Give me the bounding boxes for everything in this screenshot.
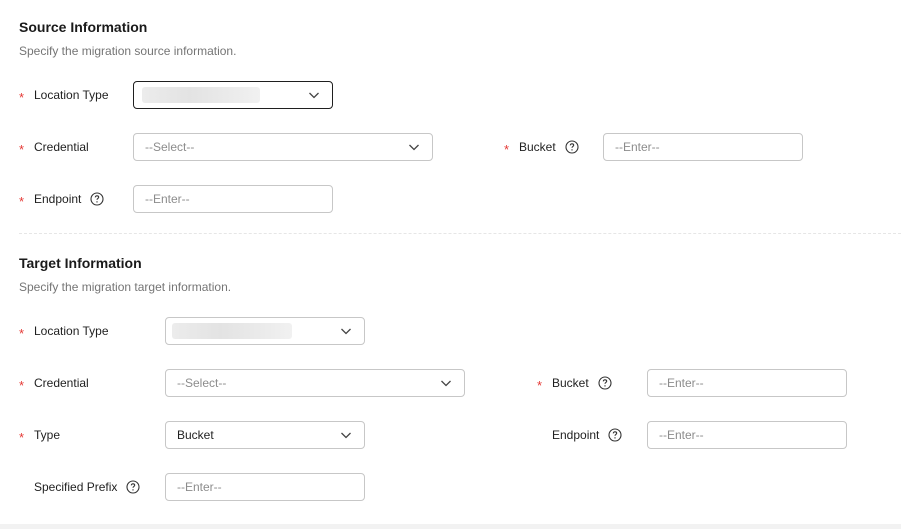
source-location-type-label: * Location Type — [19, 81, 109, 109]
target-bucket-placeholder: --Enter-- — [659, 376, 704, 390]
target-location-type-select[interactable] — [165, 317, 365, 345]
question-circle-icon[interactable] — [126, 480, 140, 494]
question-circle-icon[interactable] — [565, 140, 579, 154]
target-prefix-text: Specified Prefix — [34, 480, 118, 494]
source-bucket-label: * Bucket — [504, 133, 579, 161]
target-endpoint-input[interactable]: --Enter-- — [647, 421, 847, 449]
target-section-description: Specify the migration target information… — [19, 280, 232, 294]
bottom-bar — [0, 524, 901, 529]
source-location-type-select[interactable] — [133, 81, 333, 109]
required-marker: * — [19, 141, 25, 157]
target-prefix-input[interactable]: --Enter-- — [165, 473, 365, 501]
target-endpoint-placeholder: --Enter-- — [659, 428, 704, 442]
target-type-text: Type — [34, 428, 61, 442]
source-location-type-text: Location Type — [34, 88, 109, 102]
source-credential-placeholder: --Select-- — [145, 140, 195, 154]
source-endpoint-label: * Endpoint — [19, 185, 104, 213]
required-marker: * — [537, 377, 543, 393]
target-type-value: Bucket — [177, 428, 214, 442]
source-endpoint-placeholder: --Enter-- — [145, 192, 190, 206]
target-endpoint-text: Endpoint — [552, 428, 600, 442]
question-circle-icon[interactable] — [90, 192, 104, 206]
redacted-value — [172, 323, 292, 339]
target-location-type-label: * Location Type — [19, 317, 109, 345]
question-circle-icon[interactable] — [598, 376, 612, 390]
required-marker: * — [19, 193, 25, 209]
source-credential-select[interactable]: --Select-- — [133, 133, 433, 161]
target-endpoint-label: Endpoint — [552, 421, 622, 449]
chevron-down-icon — [407, 140, 421, 154]
target-credential-label: * Credential — [19, 369, 89, 397]
target-credential-select[interactable]: --Select-- — [165, 369, 465, 397]
target-type-label: * Type — [19, 421, 60, 449]
question-circle-icon[interactable] — [608, 428, 622, 442]
source-bucket-text: Bucket — [519, 140, 556, 154]
target-bucket-text: Bucket — [552, 376, 589, 390]
required-marker: * — [19, 429, 25, 445]
source-credential-label: * Credential — [19, 133, 89, 161]
required-marker: * — [19, 325, 25, 341]
section-divider — [19, 233, 901, 234]
source-bucket-input[interactable]: --Enter-- — [603, 133, 803, 161]
source-endpoint-input[interactable]: --Enter-- — [133, 185, 333, 213]
target-bucket-label: * Bucket — [537, 369, 612, 397]
target-type-select[interactable]: Bucket — [165, 421, 365, 449]
target-section-title: Target Information — [19, 255, 142, 271]
target-credential-text: Credential — [34, 376, 89, 390]
source-endpoint-text: Endpoint — [34, 192, 82, 206]
target-credential-placeholder: --Select-- — [177, 376, 227, 390]
source-section-title: Source Information — [19, 19, 148, 35]
source-bucket-placeholder: --Enter-- — [615, 140, 660, 154]
target-bucket-input[interactable]: --Enter-- — [647, 369, 847, 397]
chevron-down-icon — [439, 376, 453, 390]
required-marker: * — [19, 377, 25, 393]
chevron-down-icon — [339, 428, 353, 442]
required-marker: * — [19, 89, 25, 105]
target-prefix-placeholder: --Enter-- — [177, 480, 222, 494]
chevron-down-icon — [307, 88, 321, 102]
source-credential-text: Credential — [34, 140, 89, 154]
required-marker: * — [504, 141, 510, 157]
source-section-description: Specify the migration source information… — [19, 44, 237, 58]
target-location-type-text: Location Type — [34, 324, 109, 338]
target-prefix-label: Specified Prefix — [34, 473, 140, 501]
redacted-value — [142, 87, 260, 103]
chevron-down-icon — [339, 324, 353, 338]
